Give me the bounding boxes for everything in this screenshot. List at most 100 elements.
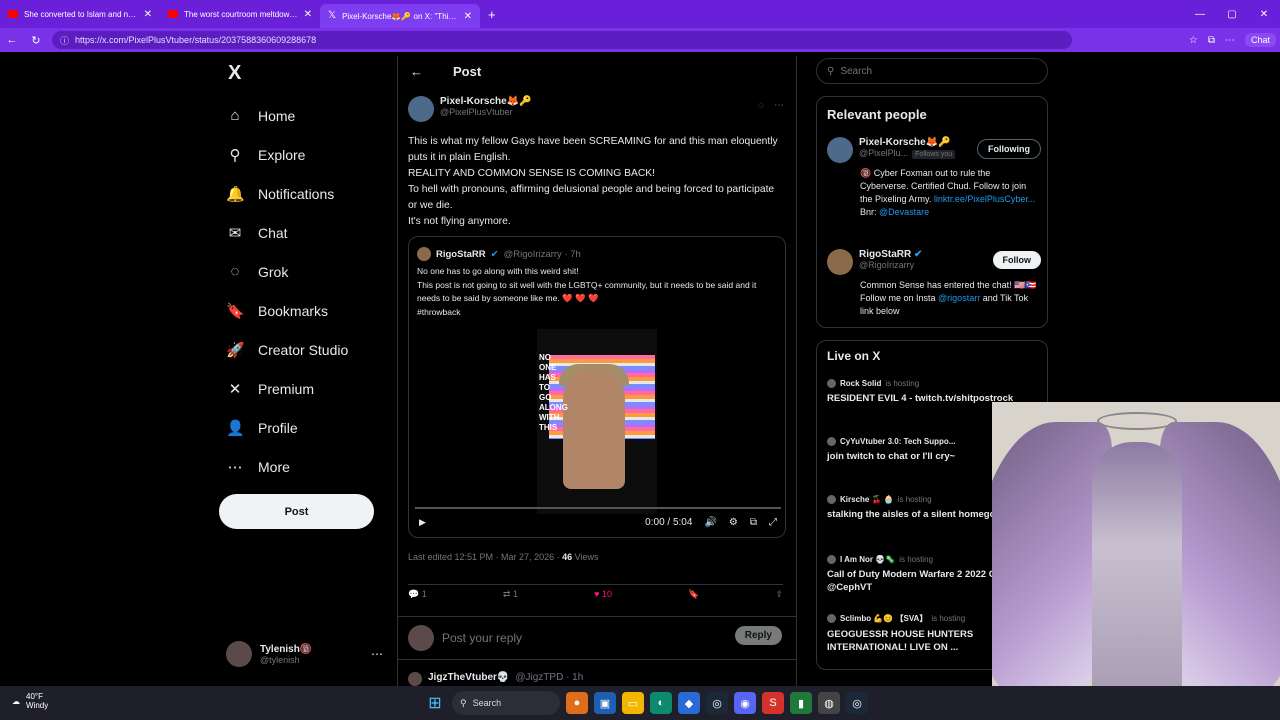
pip-icon[interactable]: ⧉ [750,517,757,528]
share-icon: ⇪ [775,589,783,599]
browser-tab-2[interactable]: The worst courtroom meltdown e ✕ [160,0,320,28]
file-explorer-icon[interactable]: ▭ [622,692,644,714]
app-icon[interactable]: ◆ [678,692,700,714]
task-view-icon[interactable]: ▣ [594,692,616,714]
panel-title: Relevant people [827,107,927,122]
maximize-icon[interactable]: ▢ [1216,9,1248,20]
post-button[interactable]: Post [219,494,374,529]
repost-icon: ⇄ [502,589,511,599]
weather-widget[interactable]: ☁ 40°F Windy [12,692,48,710]
bookmark-action[interactable]: 🔖 [688,589,699,600]
reply-button[interactable]: Reply [734,626,782,645]
person-icon: 👤 [226,419,245,437]
follow-button[interactable]: Follow [992,251,1041,269]
youtube-icon [8,10,18,18]
minimize-icon[interactable]: — [1184,9,1216,20]
favorites-icon[interactable]: ☆ [1189,35,1198,46]
play-icon[interactable]: ▶ [419,517,426,528]
app-icon[interactable]: ▮ [790,692,812,714]
main-nav: ⌂ Home ⚲ Explore 🔔 Notifications ✉ Chat ◌ Gro… [226,96,348,486]
menu-icon[interactable]: ⋯ [1225,35,1235,46]
back-icon[interactable]: ← [0,34,24,46]
x-icon: ✕ [228,380,242,398]
taskbar-apps: ⊞ ⚲ Search ● ▣ ▭ ◐ ◆ ◎ ◉ S ▮ ◍ ◎ [424,691,868,715]
sidebar-item-explore[interactable]: ⚲ Explore [226,135,348,174]
reply-input[interactable]: Post your reply [442,631,522,645]
extensions-icon[interactable]: ⧉ [1208,35,1215,46]
close-tab-icon[interactable]: ✕ [144,9,152,20]
taskbar-search[interactable]: ⚲ Search [452,691,560,715]
avatar [827,137,853,163]
url-field[interactable]: ⓘ https://x.com/PixelPlusVtuber/status/2… [52,31,1072,49]
fullscreen-icon[interactable]: ⤢ [769,517,777,528]
search-icon: ⚲ [827,65,835,77]
next-reply[interactable]: JigzTheVtuber💀 @JigzTPD · 1h [408,672,583,686]
more-icon: ⋯ [227,458,243,476]
more-icon[interactable]: ⋯ [774,100,784,111]
video-player[interactable]: NO ONE HAS TO GO ALONG WITH THIS [537,329,657,514]
refresh-icon[interactable]: ↻ [24,34,48,47]
person-bio: Common Sense has entered the chat! 🇺🇸🇵🇷 … [860,280,1037,316]
steam-icon[interactable]: ◎ [706,692,728,714]
reply-action[interactable]: 💬 1 [408,589,427,600]
author-name: Pixel-Korsche🦊🔑 [440,96,532,107]
info-icon: ⓘ [60,35,70,46]
winged-wolf-artwork [992,402,1280,686]
sidebar-item-premium[interactable]: ✕ Premium [226,369,348,408]
steam-icon[interactable]: ◎ [846,692,868,714]
quoted-post[interactable]: RigoStaRR ✔ @RigoIrizarry · 7h No one ha… [408,236,786,538]
more-icon[interactable]: ⋯ [371,647,383,661]
person-card[interactable]: Pixel-Korsche🦊🔑 @PixelPlu... Follows you … [827,137,1041,219]
discord-icon[interactable]: ◉ [734,692,756,714]
close-tab-icon[interactable]: ✕ [464,11,472,22]
person-card[interactable]: RigoStaRR ✔ @RigoIrizarry Follow Common … [827,249,1041,318]
grok-icon[interactable]: ◌ [758,100,764,111]
youtube-icon [168,10,178,18]
close-tab-icon[interactable]: ✕ [304,9,312,20]
app-icon[interactable]: ● [566,692,588,714]
sidebar-item-notifications[interactable]: 🔔 Notifications [226,174,348,213]
volume-icon[interactable]: 🔊 [704,517,716,528]
mail-icon: ✉ [228,224,242,242]
sidebar-item-chat[interactable]: ✉ Chat [226,213,348,252]
page-header: ← Post [410,64,481,79]
app-icon[interactable]: S [762,692,784,714]
post-top-actions: ◌ ⋯ [758,100,784,111]
like-action[interactable]: ♥ 10 [594,589,612,600]
video-controls: ▶ 0:00 / 5:04 🔊 ⚙ ⧉ ⤢ [409,507,785,537]
browser-tab-3[interactable]: 𝕏 Pixel-Korsche🦊🔑 on X: "This is w ✕ [320,4,480,28]
sidebar-item-grok[interactable]: ◌ Grok [226,252,348,291]
wolf-figure [1092,442,1182,686]
browser-toolbar: ☆ ⧉ ⋯ Chat [1189,28,1276,52]
close-window-icon[interactable]: ✕ [1248,9,1280,20]
sidebar-item-bookmarks[interactable]: 🔖 Bookmarks [226,291,348,330]
browser-tab-1[interactable]: She converted to Islam and now w ✕ [0,0,160,28]
account-switcher[interactable]: Tylenish🔞 @tylenish ⋯ [226,641,383,667]
quote-text: No one has to go along with this weird s… [417,266,757,317]
video-progress[interactable] [415,507,781,509]
search-input[interactable]: ⚲ Search [816,58,1048,84]
avatar [827,437,836,446]
back-arrow-icon[interactable]: ← [410,64,423,79]
user-handle: @tylenish [260,654,300,665]
new-tab-button[interactable]: + [480,0,504,28]
copilot-chat-button[interactable]: Chat [1244,33,1276,47]
rocket-icon: 🚀 [226,341,245,359]
post-author[interactable]: Pixel-Korsche🦊🔑 @PixelPlusVtuber [408,96,532,122]
share-action[interactable]: ⇪ [775,589,783,600]
x-logo-icon[interactable]: X [228,62,241,85]
bookmark-icon: 🔖 [688,589,700,599]
following-button[interactable]: Following [977,139,1041,159]
post-text: This is what my fellow Gays have been SC… [408,136,778,227]
sidebar-item-creator-studio[interactable]: 🚀 Creator Studio [226,330,348,369]
repost-action[interactable]: ⇄ 1 [503,589,518,600]
obs-icon[interactable]: ◍ [818,692,840,714]
sidebar-item-more[interactable]: ⋯ More [226,447,348,486]
avatar [408,672,422,686]
sidebar-item-profile[interactable]: 👤 Profile [226,408,348,447]
sidebar-item-home[interactable]: ⌂ Home [226,96,348,135]
edge-icon[interactable]: ◐ [650,692,672,714]
post-meta: Last edited 12:51 PM · Mar 27, 2026 · 46… [408,552,599,562]
windows-start-icon[interactable]: ⊞ [424,692,446,714]
settings-icon[interactable]: ⚙ [729,517,738,528]
